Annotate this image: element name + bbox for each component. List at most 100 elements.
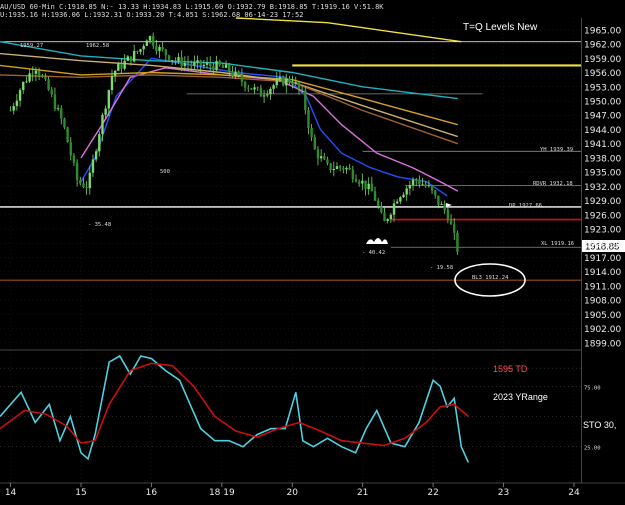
- candle-body: [170, 60, 174, 61]
- rdvr-label: RDVR 1932.18: [533, 181, 573, 187]
- candle-body: [85, 187, 88, 189]
- candle-body: [79, 180, 82, 184]
- candle-body: [300, 89, 304, 91]
- candle-body: [145, 40, 149, 46]
- candle-body: [351, 169, 355, 180]
- price-tick-label: 1899.00: [584, 339, 621, 349]
- price-tick-label: 1944.00: [584, 126, 621, 136]
- price-label-1959: 1959.27: [20, 43, 43, 49]
- candle-body: [72, 155, 76, 163]
- candle-body: [18, 90, 22, 101]
- price-tick-label: 1908.00: [584, 297, 621, 307]
- candle-body: [345, 167, 348, 170]
- candle-body: [316, 149, 320, 159]
- x-tick-label: 24: [568, 488, 580, 498]
- candle-body: [240, 75, 244, 83]
- candle-body: [237, 71, 240, 76]
- candle-body: [367, 183, 370, 190]
- yrange-label: 2023 YRange: [493, 392, 548, 402]
- candle-body: [247, 87, 250, 89]
- candle-body: [281, 77, 285, 86]
- price-tick-label: 1941.00: [584, 140, 621, 150]
- candle-body: [288, 78, 291, 83]
- candle-body: [335, 166, 339, 169]
- x-tick-label: 20: [287, 488, 299, 498]
- price-label-500: 500: [160, 169, 170, 175]
- candle-body: [177, 57, 180, 61]
- candle-body: [167, 55, 171, 61]
- tq-levels-title: T=Q Levels New: [463, 22, 538, 33]
- candle-body: [120, 63, 123, 69]
- candle-body: [15, 100, 19, 107]
- candle-body: [47, 79, 50, 90]
- candle-body: [98, 134, 101, 152]
- candle-body: [151, 36, 155, 46]
- candle-body: [383, 212, 386, 221]
- candle-body: [212, 66, 215, 71]
- price-tick-label: 1905.00: [584, 311, 621, 321]
- candle-body: [307, 110, 310, 129]
- candle-body: [361, 180, 364, 184]
- drop-label-1: - 35.48: [88, 222, 111, 228]
- candle-body: [348, 167, 351, 170]
- candle-body: [22, 81, 25, 91]
- price-tick-label: 1920.00: [584, 240, 621, 250]
- x-tick-label: 21: [357, 488, 368, 498]
- candle-body: [405, 188, 408, 195]
- candle-body: [28, 73, 31, 82]
- price-tick-label: 1935.00: [584, 169, 621, 179]
- candle-body: [44, 76, 47, 80]
- candle-body: [75, 162, 79, 181]
- candle-body: [164, 49, 168, 56]
- candle-body: [427, 185, 431, 187]
- header-subtext: U:1935.16 H:1936.06 L:1932.31 O:1933.20 …: [0, 11, 303, 19]
- candle-body: [373, 191, 377, 201]
- candle-body: [243, 82, 247, 88]
- x-tick-label: 18 19: [209, 488, 235, 498]
- candle-body: [50, 89, 53, 95]
- candle-body: [285, 78, 288, 86]
- dp-label: DP 1927.66: [509, 203, 542, 209]
- candle-body: [310, 128, 313, 138]
- header-text: AU/USD 60-Min C:1918.85 N:- 13.33 H:1934…: [0, 3, 384, 11]
- sto-label: STO 30,: [583, 420, 616, 430]
- candle-body: [186, 63, 190, 65]
- candle-body: [415, 179, 418, 181]
- candle-body: [148, 36, 152, 41]
- candle-body: [63, 118, 66, 128]
- candle-body: [126, 56, 130, 61]
- candle-body: [101, 114, 104, 135]
- candle-body: [392, 203, 396, 215]
- xl-label: XL 1919.16: [541, 241, 574, 247]
- candle-body: [221, 65, 225, 68]
- candle-body: [107, 90, 111, 109]
- price-tick-label: 1938.00: [584, 154, 621, 164]
- candle-body: [94, 151, 98, 160]
- x-tick-label: 15: [75, 488, 86, 498]
- candle-body: [291, 82, 294, 84]
- candle-body: [209, 62, 212, 67]
- candle-body: [253, 87, 256, 90]
- candle-body: [113, 70, 117, 77]
- candle-body: [411, 179, 415, 185]
- candle-body: [332, 168, 336, 171]
- candle-body: [370, 183, 374, 192]
- candle-body: [437, 195, 440, 205]
- candle-body: [215, 60, 218, 71]
- candle-body: [329, 163, 332, 171]
- candle-body: [278, 77, 282, 79]
- candle-body: [190, 64, 193, 66]
- candle-body: [380, 206, 383, 213]
- candle-body: [234, 71, 237, 76]
- candle-body: [259, 87, 263, 97]
- price-label-1962: 1962.58: [86, 43, 109, 49]
- candle-body: [256, 87, 259, 89]
- candle-body: [395, 201, 399, 204]
- candle-body: [174, 60, 177, 61]
- candle-body: [196, 60, 199, 63]
- candle-body: [155, 45, 158, 52]
- candle-body: [364, 180, 367, 190]
- candle-body: [129, 56, 133, 62]
- candle-body: [231, 71, 234, 76]
- candle-body: [294, 82, 297, 84]
